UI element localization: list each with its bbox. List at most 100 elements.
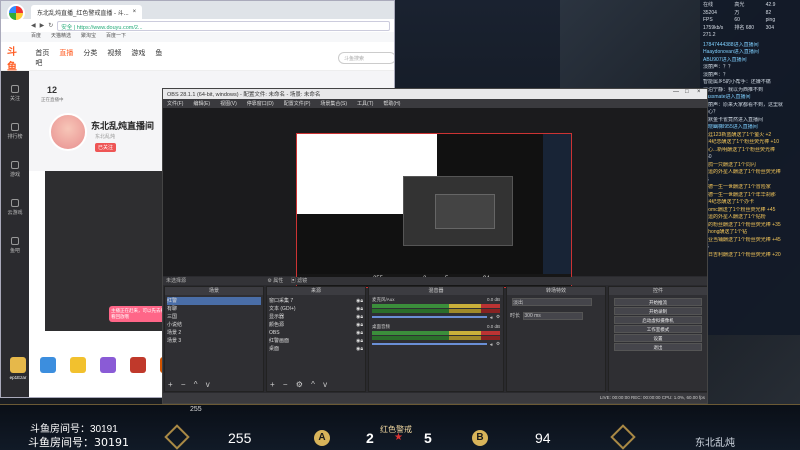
desktop-shortcut[interactable]: 红色警戒 — [124, 357, 152, 381]
desktop-shortcut-label: ep1Ezar — [9, 375, 27, 380]
source-item[interactable]: 窗口采集 7 ◉ 🔒︎ — [269, 297, 363, 305]
mixer-channel-header: 桌面音频 0.0 dB — [372, 324, 500, 330]
source-item[interactable]: 文本 (GDI+) ◉ 🔒︎ — [269, 305, 363, 313]
source-name: 文本 (GDI+) — [269, 306, 296, 312]
back-icon[interactable]: ◀ — [31, 22, 36, 29]
team-a-kills: 2 — [366, 430, 374, 446]
refresh-icon[interactable]: ↻ — [48, 22, 53, 29]
gear-icon[interactable]: ⚙ — [496, 341, 500, 347]
obs-menu-item[interactable]: 编辑(E) — [193, 100, 210, 107]
bookmark-item[interactable]: 百度一下 — [106, 32, 126, 42]
left-nav-item[interactable]: 游戏 — [1, 147, 29, 185]
obs-menu-item[interactable]: 视图(V) — [220, 100, 237, 107]
scene-item[interactable]: 场景 2 — [167, 329, 261, 337]
team-b-score: 94 — [535, 430, 551, 446]
control-button[interactable]: 开始推流 — [614, 298, 702, 306]
app-icon — [100, 357, 116, 373]
close-icon[interactable]: × — [697, 89, 701, 95]
filters-button[interactable]: ▣ 滤镜 — [291, 278, 307, 284]
desktop-shortcut[interactable]: 暴风影音16 — [34, 357, 62, 381]
scene-item[interactable]: 三国 — [167, 313, 261, 321]
obs-window[interactable]: OBS 28.1.1 (64-bit, windows) - 配置文件: 未命名… — [162, 88, 708, 404]
address-bar-row: ◀ ▶ ↻ 安全 | https://www.douyu.com/2... — [1, 19, 394, 32]
scene-item[interactable]: 有聊 — [167, 305, 261, 313]
obs-menu-item[interactable]: 工具(T) — [357, 100, 373, 107]
chat-message: 智能属乡5的小帮手：还嫌不痛 — [703, 79, 771, 85]
control-button[interactable]: 设置 — [614, 334, 702, 342]
streamer-avatar[interactable] — [49, 113, 87, 151]
left-nav-item[interactable]: 排行榜 — [1, 109, 29, 147]
control-button[interactable]: 开始录制 — [614, 307, 702, 315]
obs-preview-canvas[interactable]: 255 2 5 94 — [296, 133, 572, 288]
chat-message: 沉默金卡雀竟然进入直播间 — [703, 116, 764, 123]
lock-icon[interactable]: 🔒︎ — [360, 337, 363, 345]
stat-value: FPS — [703, 17, 713, 23]
mixer-channel-header: 麦克风/Aux 0.0 dB — [372, 297, 500, 303]
nav-item[interactable]: 游戏 — [131, 50, 145, 57]
lock-icon[interactable]: 🔒︎ — [360, 313, 363, 321]
live-chat-panel[interactable]: 在线 高光 42.9 35204 万 82 FPS 60 ping 1759kb/s 排名 680 3… — [700, 0, 800, 335]
browser-tab[interactable]: 东北乱炖直播_红色警戒直播 - 斗... × — [31, 5, 143, 19]
control-button[interactable]: 工作室模式 — [614, 325, 702, 333]
follow-button[interactable]: 已关注 — [95, 143, 117, 152]
transition-type-select[interactable]: 淡出 — [512, 298, 592, 306]
source-item[interactable]: 桌面 ◉ 🔒︎ — [269, 345, 363, 353]
bookmark-item[interactable]: 天猫精选 — [51, 32, 71, 42]
obs-menu-item[interactable]: 文件(F) — [167, 100, 183, 107]
nav-item[interactable]: 直播 — [59, 50, 73, 57]
duration-input[interactable]: 300 ms — [523, 312, 584, 320]
nav-item[interactable]: 首页 — [35, 50, 49, 57]
properties-button[interactable]: ⚙ 属性 — [267, 278, 283, 284]
nav-item[interactable]: 分类 — [83, 50, 97, 57]
bookmark-item[interactable]: 聚淘宝 — [81, 32, 96, 42]
scenes-dock-toolbar[interactable]: + − ^ v — [168, 380, 213, 389]
douyu-logo[interactable]: 斗鱼 — [7, 43, 25, 73]
source-item[interactable]: 颜色源 ◉ 🔒︎ — [269, 321, 363, 329]
scene-item[interactable]: 场景 3 — [167, 337, 261, 345]
control-button[interactable]: 启动虚拟摄像机 — [614, 316, 702, 324]
desktop-shortcut[interactable]: YY语音 — [64, 357, 92, 381]
minimize-icon[interactable]: — — [673, 89, 679, 95]
lock-icon[interactable]: 🔒︎ — [360, 305, 363, 313]
speaker-icon[interactable]: 🔊︎ — [490, 342, 493, 347]
desktop-shortcut[interactable]: ep1Ezar — [4, 357, 32, 380]
left-nav-item[interactable]: 关注 — [1, 71, 29, 109]
sources-dock-toolbar[interactable]: + − ⚙ ^ v — [270, 380, 330, 389]
desktop-shortcut[interactable]: 心得测验 — [94, 357, 122, 381]
scene-item[interactable]: 小说结 — [167, 321, 261, 329]
speaker-icon[interactable]: 🔊︎ — [490, 315, 493, 320]
scene-item[interactable]: 红警 — [167, 297, 261, 305]
source-item[interactable]: 红警画面 ◉ 🔒︎ — [269, 337, 363, 345]
obs-menu-item[interactable]: 帮助(H) — [383, 100, 400, 107]
volume-slider[interactable] — [372, 343, 488, 345]
lock-icon[interactable]: 🔒︎ — [360, 297, 363, 305]
no-source-label: 未选择源 — [166, 278, 187, 284]
url-input[interactable]: 安全 | https://www.douyu.com/2... — [57, 20, 390, 31]
control-button[interactable]: 退出 — [614, 343, 702, 351]
forward-icon[interactable]: ▶ — [40, 22, 45, 29]
transition-duration-row: 时长 300 ms — [507, 309, 605, 323]
lock-icon[interactable]: 🔒︎ — [360, 321, 363, 329]
douyu-search-input[interactable]: 斗鱼搜索 — [337, 51, 394, 64]
source-item[interactable]: OBS ◉ 🔒︎ — [269, 329, 363, 337]
stat-value: ping — [765, 17, 776, 23]
obs-menu-item[interactable]: 场景集合(S) — [320, 100, 347, 107]
room-streamer-name[interactable]: 东北乱炖 — [95, 133, 115, 140]
obs-menu-item[interactable]: 停靠窗口(D) — [247, 100, 274, 107]
nested-obs-capture-inner — [435, 194, 495, 229]
obs-menu-item[interactable]: 配置文件(P) — [284, 100, 311, 107]
left-nav-item[interactable]: 鱼吧 — [1, 223, 29, 261]
lock-icon[interactable]: 🔒︎ — [360, 345, 363, 353]
left-nav-item[interactable]: 云游戏 — [1, 185, 29, 223]
sources-dock-title: 来源 — [267, 287, 365, 295]
gear-icon[interactable]: ⚙ — [496, 314, 500, 320]
volume-slider[interactable] — [372, 316, 488, 318]
nav-item[interactable]: 视频 — [107, 50, 121, 57]
close-tab-icon[interactable]: × — [133, 9, 137, 15]
bookmark-item[interactable]: 百度 — [31, 32, 41, 42]
lock-icon[interactable]: 🔒︎ — [360, 329, 363, 337]
desktop-shortcut-label: 暴风影音16 — [36, 375, 60, 380]
maximize-icon[interactable]: □ — [685, 89, 689, 95]
obs-status-bar: LIVE: 00:00:00 REC: 00:00:00 CPU: 1.0%, … — [163, 393, 707, 403]
source-item[interactable]: 显示器 ◉ 🔒︎ — [269, 313, 363, 321]
